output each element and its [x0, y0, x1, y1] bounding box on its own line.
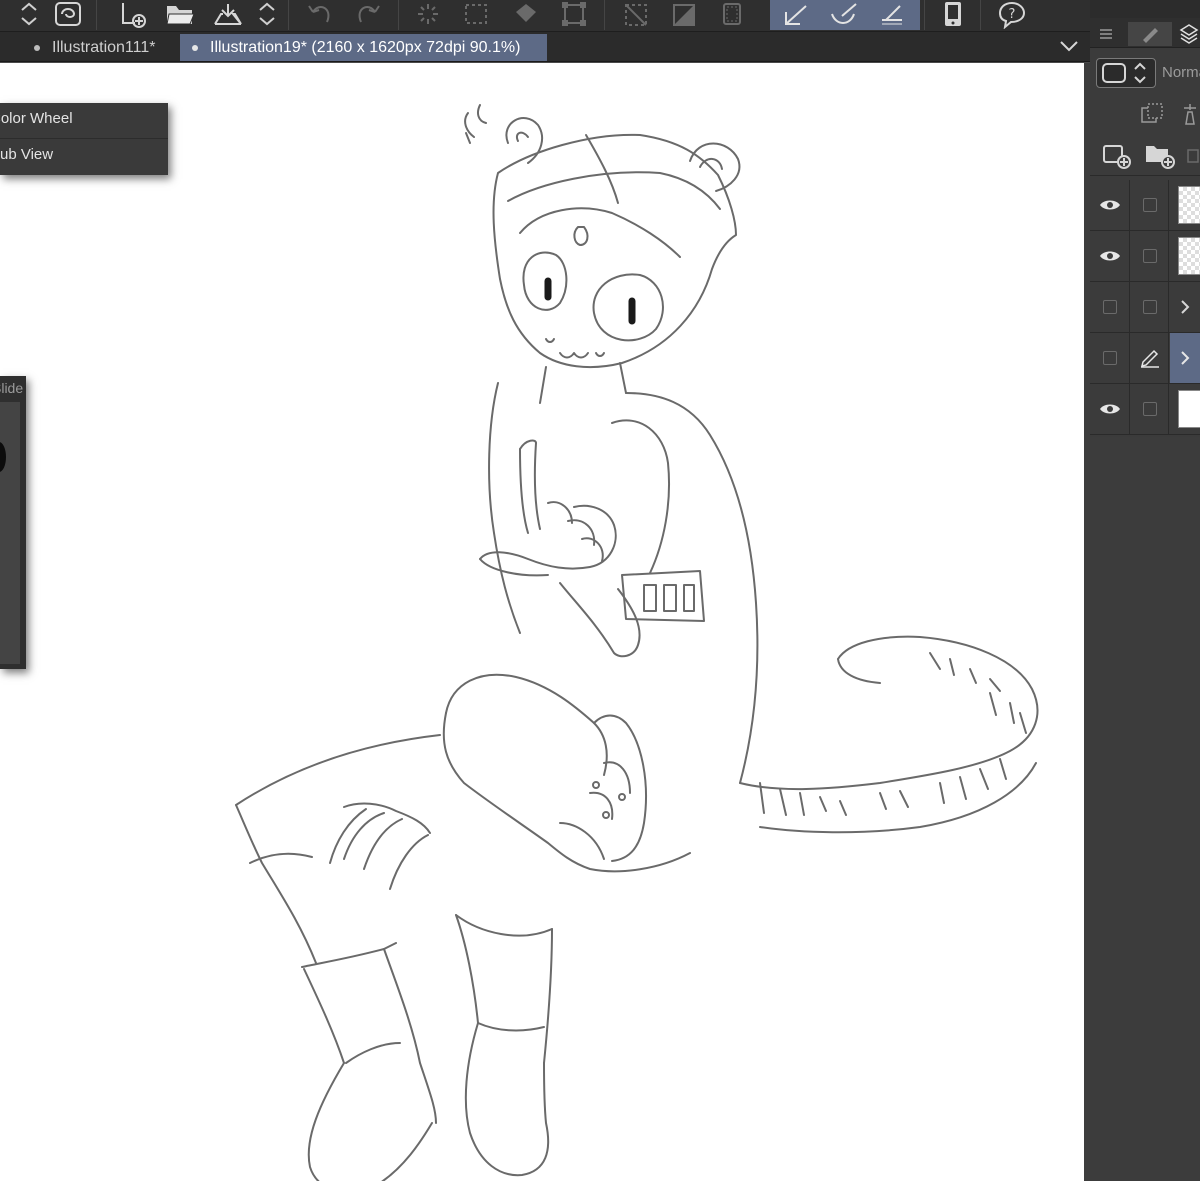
panel-title-strip — [1090, 0, 1200, 18]
new-canvas-icon[interactable] — [114, 0, 150, 30]
selection-dashed-icon[interactable] — [458, 0, 494, 30]
slider-handle[interactable] — [0, 442, 6, 472]
chevron-updown-icon[interactable] — [14, 0, 44, 30]
tab-tool-property[interactable] — [1128, 22, 1172, 46]
layer-row[interactable] — [1090, 231, 1200, 282]
eye-icon[interactable] — [1090, 231, 1130, 281]
panel-tabs — [1090, 18, 1200, 48]
loading-spinner-icon[interactable] — [410, 0, 446, 30]
menu-item-color-wheel[interactable]: Color Wheel — [0, 103, 168, 139]
redo-icon[interactable] — [348, 0, 388, 30]
layer-thumbnail — [1178, 390, 1200, 428]
tab-label: Illustration111* — [52, 38, 156, 56]
chevron-right-icon[interactable] — [1170, 282, 1200, 332]
chevron-down-icon[interactable] — [1058, 38, 1080, 59]
chevron-updown-icon[interactable] — [254, 0, 280, 30]
layer-lock-checkbox[interactable] — [1131, 180, 1169, 230]
blend-mode-select[interactable]: Normal — [1162, 64, 1200, 81]
unsaved-dot-icon — [192, 44, 198, 51]
snap-off-icon[interactable] — [618, 0, 654, 30]
layer-color-selector[interactable] — [1096, 58, 1156, 88]
eye-icon[interactable] — [1090, 384, 1130, 434]
document-tab-bar: Illustration111* Illustration19* (2160 x… — [0, 32, 1090, 62]
layer-lock-checkbox[interactable] — [1131, 282, 1169, 332]
sub-palette-header[interactable]: Slide — [0, 376, 26, 400]
layer-add-row — [1090, 136, 1200, 176]
menu-item-sub-view[interactable]: Sub View — [0, 139, 168, 175]
open-folder-icon[interactable] — [162, 0, 198, 30]
sub-palette-body — [0, 402, 20, 664]
undo-icon[interactable] — [300, 0, 340, 30]
help-icon[interactable]: ? — [994, 0, 1030, 30]
curve-ruler-icon[interactable] — [824, 0, 864, 30]
folder-row[interactable] — [1090, 282, 1200, 333]
layer-thumbnail — [1178, 237, 1200, 275]
menu-icon[interactable] — [1094, 22, 1118, 46]
floating-sub-palette[interactable]: Slide — [0, 376, 26, 669]
menu-item-label: Color Wheel — [0, 110, 73, 127]
blend-mode-row: Normal — [1090, 50, 1200, 96]
layer-lock-checkbox[interactable] — [1131, 384, 1169, 434]
window-popup-menu: Color Wheel Sub View — [0, 103, 168, 175]
command-bar: ? — [0, 0, 1090, 32]
layer-tools-row — [1090, 96, 1200, 132]
spiral-icon[interactable] — [50, 0, 86, 30]
tab-illustration19[interactable]: Illustration19* (2160 x 1620px 72dpi 90.… — [180, 34, 547, 61]
visibility-checkbox[interactable] — [1090, 282, 1130, 332]
fill-bucket-icon[interactable] — [506, 0, 546, 30]
duplicate-layer-icon[interactable] — [1140, 102, 1164, 131]
folder-row-selected[interactable] — [1090, 333, 1200, 384]
smartphone-icon[interactable] — [936, 0, 970, 30]
unsaved-dot-icon — [34, 44, 40, 51]
layer-thumbnail — [1178, 186, 1200, 224]
pen-tool-icon[interactable] — [776, 0, 816, 30]
layer-panel: Normal — [1090, 0, 1200, 1181]
layer-row[interactable] — [1090, 180, 1200, 231]
new-folder-icon[interactable] — [1144, 142, 1176, 175]
snap-grid-icon[interactable] — [714, 0, 750, 30]
eye-icon[interactable] — [1090, 180, 1130, 230]
snap-ruler-icon[interactable] — [666, 0, 702, 30]
transform-icon[interactable] — [556, 0, 592, 30]
clip-studio-window: ? Illustration111* Illustration19* (2160… — [0, 0, 1200, 1181]
ruler-icon[interactable] — [872, 0, 912, 30]
drawing-canvas[interactable] — [0, 63, 1086, 1181]
link-icon[interactable] — [1186, 148, 1200, 169]
svg-text:?: ? — [1009, 7, 1016, 22]
tab-layer[interactable] — [1178, 22, 1200, 46]
sketch-artwork — [235, 104, 1039, 1181]
export-icon[interactable] — [208, 0, 248, 30]
tab-label: Illustration19* (2160 x 1620px 72dpi 90.… — [210, 38, 521, 56]
new-raster-layer-icon[interactable] — [1102, 142, 1132, 175]
visibility-checkbox[interactable] — [1090, 333, 1130, 383]
sub-palette-title: Slide — [0, 380, 24, 396]
menu-item-label: Sub View — [0, 146, 54, 163]
layer-list-empty-area — [1090, 437, 1200, 1181]
paper-layer-row[interactable] — [1090, 384, 1200, 435]
lighthouse-icon[interactable] — [1180, 102, 1200, 131]
chevron-right-icon[interactable] — [1170, 333, 1200, 383]
tab-illustration111[interactable]: Illustration111* — [34, 34, 155, 61]
pencil-icon — [1131, 333, 1169, 383]
layer-lock-checkbox[interactable] — [1131, 231, 1169, 281]
